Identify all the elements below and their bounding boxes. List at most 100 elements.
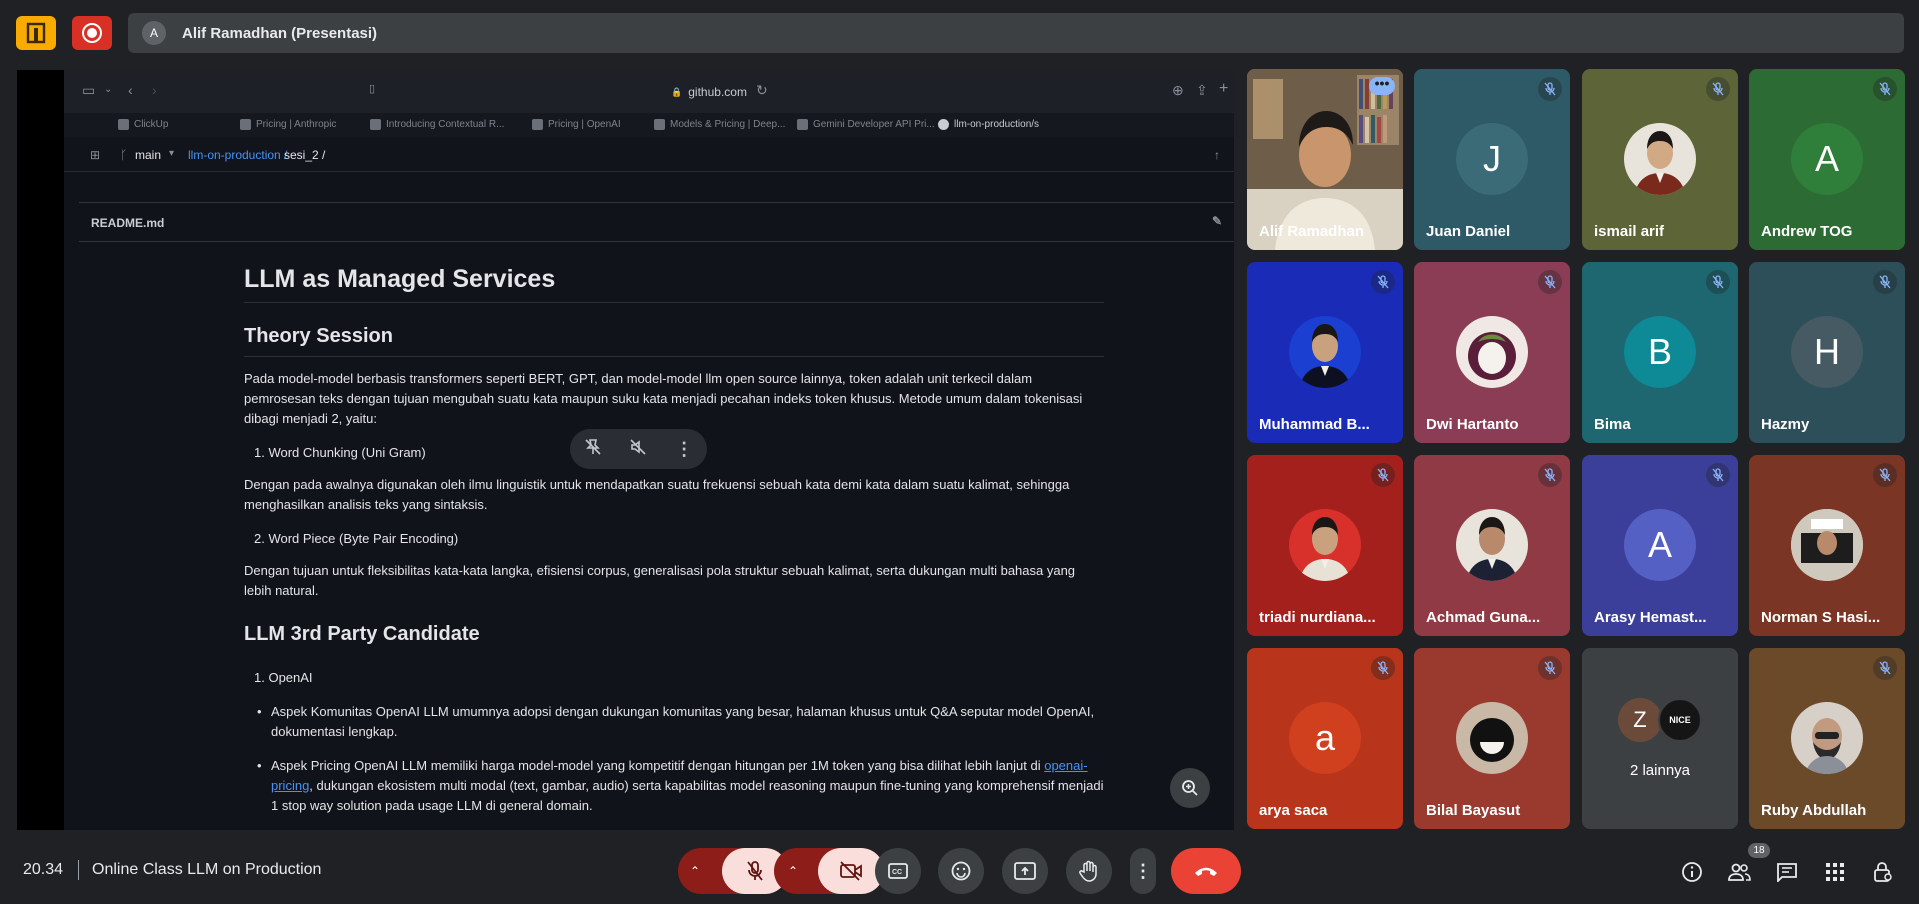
participant-tile[interactable]: Z NICE 2 lainnya bbox=[1582, 648, 1738, 829]
participant-tile[interactable]: ismail arif bbox=[1582, 69, 1738, 250]
participant-tile[interactable]: Ruby Abdullah bbox=[1749, 648, 1905, 829]
participant-tile[interactable]: Muhammad B... bbox=[1247, 262, 1403, 443]
info-icon bbox=[1682, 862, 1702, 882]
share-icon[interactable]: ⇪ bbox=[1196, 82, 1208, 99]
others-avatar: NICE bbox=[1658, 698, 1702, 742]
browser-tab[interactable]: Pricing | OpenAI bbox=[532, 119, 621, 130]
doc-title: LLM as Managed Services bbox=[244, 265, 1104, 303]
participant-name: arya saca bbox=[1259, 802, 1328, 819]
new-tab-icon[interactable]: + bbox=[1219, 80, 1228, 98]
chat-button[interactable] bbox=[1774, 859, 1800, 885]
file-tree-icon[interactable]: ⊞ bbox=[90, 148, 100, 162]
participant-profile-photo bbox=[1456, 509, 1528, 581]
leave-call-button[interactable] bbox=[1171, 848, 1241, 894]
browser-tab-active[interactable]: llm-on-production/s bbox=[938, 119, 1039, 130]
download-icon[interactable]: ⊕ bbox=[1172, 82, 1184, 99]
browser-tab[interactable]: Gemini Developer API Pri... bbox=[797, 119, 935, 130]
meet-app-icon[interactable] bbox=[16, 16, 56, 50]
meeting-info-button[interactable] bbox=[1679, 859, 1705, 885]
browser-tab[interactable]: Introducing Contextual R... bbox=[370, 119, 504, 130]
muted-mic-icon bbox=[1873, 656, 1897, 680]
mic-control-group: ⌃ bbox=[678, 848, 788, 894]
participant-tile[interactable]: Dwi Hartanto bbox=[1414, 262, 1570, 443]
branch-selector[interactable]: main bbox=[135, 148, 161, 162]
doc-bullet: Aspek Pricing OpenAI LLM memiliki harga … bbox=[257, 756, 1104, 816]
chevron-down-icon[interactable]: ⌄ bbox=[104, 84, 112, 95]
more-options-button[interactable]: ⋮ bbox=[1130, 848, 1156, 894]
browser-tab[interactable]: Models & Pricing | Deep... bbox=[654, 119, 785, 130]
github-icon bbox=[938, 119, 949, 130]
participant-tile[interactable]: B Bima bbox=[1582, 262, 1738, 443]
captions-button[interactable]: CC bbox=[875, 848, 921, 894]
browser-tab[interactable]: ClickUp bbox=[118, 119, 168, 130]
address-bar[interactable]: 🔒 github.com bbox=[584, 82, 834, 102]
participant-tile[interactable]: Achmad Guna... bbox=[1414, 455, 1570, 636]
present-screen-icon bbox=[1014, 862, 1036, 880]
participant-profile-photo bbox=[1791, 509, 1863, 581]
mic-off-icon bbox=[747, 861, 763, 881]
volume-off-icon[interactable] bbox=[629, 438, 647, 461]
camera-options-chevron-icon[interactable]: ⌃ bbox=[788, 864, 798, 878]
muted-mic-icon bbox=[1706, 270, 1730, 294]
browser-tab[interactable]: Pricing | Anthropic bbox=[240, 119, 336, 130]
svg-text:CC: CC bbox=[892, 869, 902, 876]
scroll-top-icon[interactable]: ↑ bbox=[1214, 148, 1220, 162]
participant-tile[interactable]: a arya saca bbox=[1247, 648, 1403, 829]
participant-profile-photo bbox=[1624, 123, 1696, 195]
chevron-down-icon[interactable]: ▾ bbox=[169, 148, 174, 159]
participant-tile[interactable]: ••• Alif Ramadhan bbox=[1247, 69, 1403, 250]
camera-off-icon bbox=[840, 861, 862, 881]
participant-tile[interactable]: Bilal Bayasut bbox=[1414, 648, 1570, 829]
participant-avatar: a bbox=[1289, 702, 1361, 774]
participant-tile[interactable]: J Juan Daniel bbox=[1414, 69, 1570, 250]
participant-tile[interactable]: Norman S Hasi... bbox=[1749, 455, 1905, 636]
participant-name: Achmad Guna... bbox=[1426, 609, 1541, 626]
back-icon[interactable]: ‹ bbox=[128, 82, 133, 98]
unpin-icon[interactable] bbox=[584, 438, 602, 461]
participant-tile[interactable]: A Andrew TOG bbox=[1749, 69, 1905, 250]
doc-heading: LLM 3rd Party Candidate bbox=[244, 623, 480, 645]
participant-tile[interactable]: H Hazmy bbox=[1749, 262, 1905, 443]
url-text: github.com bbox=[688, 85, 747, 99]
breadcrumb-repo[interactable]: llm-on-production / bbox=[188, 148, 287, 162]
muted-mic-icon bbox=[1538, 77, 1562, 101]
reader-icon[interactable]: ▯ bbox=[369, 82, 375, 95]
participant-name: Muhammad B... bbox=[1259, 416, 1370, 433]
participant-tile[interactable]: triadi nurdiana... bbox=[1247, 455, 1403, 636]
raise-hand-button[interactable] bbox=[1066, 848, 1112, 894]
edit-pencil-icon[interactable]: ✎ bbox=[1212, 214, 1222, 228]
participant-avatar: H bbox=[1791, 316, 1863, 388]
people-button[interactable] bbox=[1726, 859, 1752, 885]
mic-options-chevron-icon[interactable]: ⌃ bbox=[690, 864, 700, 878]
activities-button[interactable] bbox=[1822, 859, 1848, 885]
host-controls-button[interactable] bbox=[1870, 859, 1896, 885]
doc-paragraph: Pada model-model berbasis transformers s… bbox=[244, 371, 1083, 426]
muted-mic-icon bbox=[1706, 463, 1730, 487]
tab-favicon-icon bbox=[370, 119, 381, 130]
more-options-icon[interactable]: ••• bbox=[1369, 76, 1395, 95]
shared-screen-edge bbox=[17, 70, 64, 830]
muted-mic-icon bbox=[1538, 463, 1562, 487]
zoom-button[interactable] bbox=[1170, 768, 1210, 808]
participant-avatar: J bbox=[1456, 123, 1528, 195]
more-vert-icon: ⋮ bbox=[1134, 860, 1152, 881]
hang-up-icon bbox=[1195, 867, 1217, 876]
present-button[interactable] bbox=[1002, 848, 1048, 894]
reload-icon[interactable]: ↻ bbox=[756, 82, 768, 99]
participant-grid: ••• Alif Ramadhan J Juan Daniel ismail arif A… bbox=[1247, 69, 1905, 829]
participant-tile[interactable]: A Arasy Hemast... bbox=[1582, 455, 1738, 636]
presenter-bar[interactable]: A Alif Ramadhan (Presentasi) bbox=[128, 13, 1904, 53]
repo-nav-bar: ⊞ ᚴ main ▾ llm-on-production / sesi_2 / … bbox=[64, 137, 1234, 172]
sidebar-icon[interactable]: ▭ bbox=[82, 82, 95, 99]
shared-screen: ▭ ⌄ ‹ › ▯ 🔒 github.com ↻ ⊕ ⇪ + ClickUp P… bbox=[17, 70, 1234, 830]
hand-icon bbox=[1079, 860, 1097, 882]
more-options-icon[interactable]: ⋮ bbox=[675, 439, 693, 460]
forward-icon[interactable]: › bbox=[152, 82, 157, 98]
top-bar: A Alif Ramadhan (Presentasi) bbox=[0, 0, 1919, 66]
muted-mic-icon bbox=[1371, 463, 1395, 487]
others-avatar: Z bbox=[1618, 698, 1662, 742]
doc-paragraph: Dengan pada awalnya digunakan oleh ilmu … bbox=[244, 477, 1070, 512]
participant-name: Norman S Hasi... bbox=[1761, 609, 1881, 626]
recording-icon[interactable] bbox=[72, 16, 112, 50]
reactions-button[interactable] bbox=[938, 848, 984, 894]
